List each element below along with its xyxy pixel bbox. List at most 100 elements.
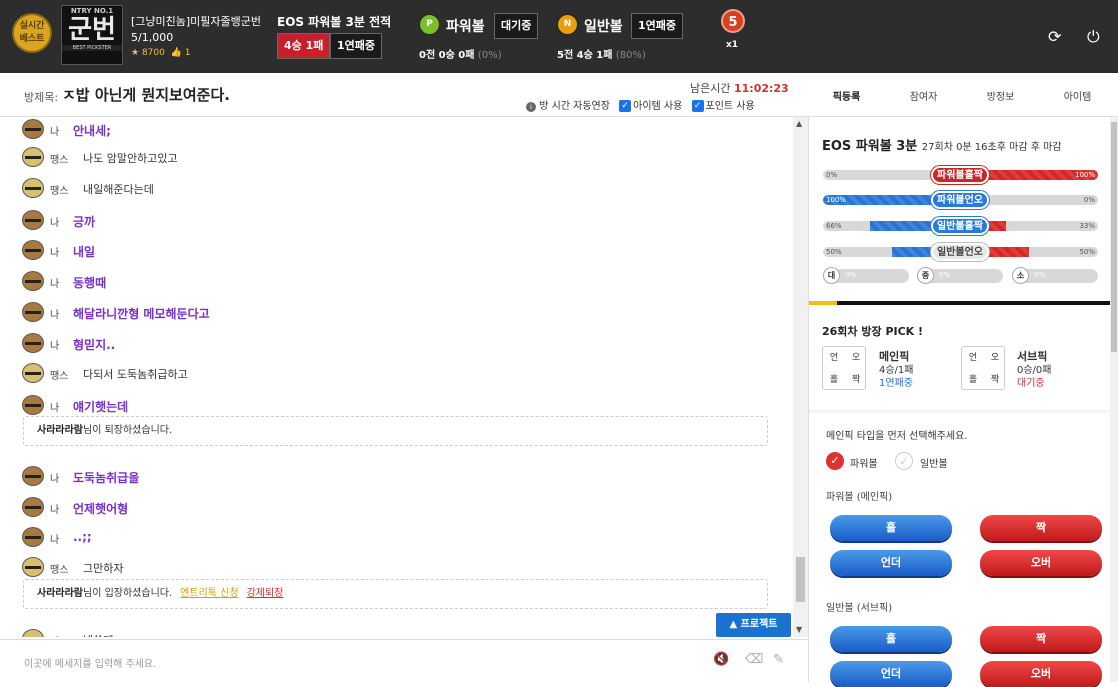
avatar bbox=[22, 178, 44, 198]
power-even-button[interactable]: 짝 bbox=[980, 515, 1102, 541]
bar-left-value: 100% bbox=[826, 196, 847, 204]
message-text: 언제햇어형 bbox=[73, 502, 129, 516]
realtime-best-badge: 실시간 베스트 bbox=[12, 13, 52, 53]
normal-over-button[interactable]: 오버 bbox=[980, 661, 1102, 687]
tab-pick-register[interactable]: 픽등록 bbox=[808, 88, 885, 103]
protect-button[interactable]: ▲ 프로젝트 bbox=[716, 613, 791, 637]
bar-right-value: 0% bbox=[1083, 196, 1095, 204]
power-under-button[interactable]: 언더 bbox=[830, 550, 952, 576]
sender-name: 나 bbox=[50, 535, 60, 546]
user-count: 5/1,000 bbox=[131, 31, 174, 44]
sender-name: 나 bbox=[50, 218, 60, 229]
power-over-button[interactable]: 오버 bbox=[980, 550, 1102, 576]
size-label: 중 bbox=[917, 267, 934, 284]
sender-name: 나 bbox=[50, 279, 60, 290]
bar-right-value: 100% bbox=[1074, 171, 1095, 179]
message-text: 내일 bbox=[73, 245, 96, 259]
pick-title: 26회차 방장 PICK ! bbox=[822, 325, 924, 338]
chat-log: 나 안내세; 땡스 나도 암말안하고있고 땡스 내일해준다는데 나 긍까 나 내일 나 동행때 나 해달라… bbox=[0, 117, 793, 637]
message-text: 동행때 bbox=[73, 276, 107, 290]
message-text: 내일해준다는데 bbox=[83, 183, 154, 196]
message-text: ..;; bbox=[73, 530, 92, 544]
system-notice: 사라라라람님이 입장하셨습니다. 엔트리톡 신청 강제퇴장 bbox=[23, 579, 768, 609]
rank-card: NTRY NO.1 군번 BEST PICKSTER bbox=[61, 5, 123, 65]
normal-even-button[interactable]: 짝 bbox=[980, 626, 1102, 652]
tab-items[interactable]: 아이템 bbox=[1039, 88, 1116, 103]
power-odd-button[interactable]: 홀 bbox=[830, 515, 952, 541]
sub-pick-info: 서브픽 0승/0패 대기중 bbox=[1017, 350, 1052, 389]
pick-card: 26회차 방장 PICK ! 언 오 홀 짝 메인픽 4승/1패 1연패중 언 오 … bbox=[809, 307, 1111, 410]
magic-wand-icon[interactable]: ✎ bbox=[773, 652, 784, 667]
likes-value: 1 bbox=[184, 48, 191, 58]
tab-room-info[interactable]: 방정보 bbox=[962, 88, 1039, 103]
size-value: 0% bbox=[845, 271, 857, 279]
auto-extend-label[interactable]: 방 시간 자동연장 bbox=[539, 101, 610, 112]
powerball-coin-icon: P bbox=[419, 14, 440, 35]
stats-card: EOS 파워볼 3분 27회차 0분 16초후 마감 후 마감 0% 100% 파워… bbox=[809, 117, 1111, 307]
normal-under-button[interactable]: 언더 bbox=[830, 661, 952, 687]
message-text: 안내세; bbox=[73, 124, 111, 138]
powerball-record: 0전 0승 0패 (0%) bbox=[419, 50, 502, 61]
eraser-icon[interactable]: ⌫ bbox=[745, 652, 763, 667]
chat-scrollbar[interactable]: ▲ ▼ bbox=[793, 117, 808, 637]
notice-text: 님이 퇴장하셨습니다. bbox=[83, 425, 173, 436]
bar-left-value: 66% bbox=[826, 222, 842, 230]
message-text: 얘기햇는데 bbox=[73, 400, 129, 414]
sender-name: 나 bbox=[50, 310, 60, 321]
message-text: 해달라니깐형 메모해둔다고 bbox=[73, 307, 210, 321]
sender-name: 땡스 bbox=[50, 371, 69, 382]
size-bar: 소 0% bbox=[1012, 267, 1098, 284]
scroll-down-icon[interactable]: ▼ bbox=[796, 625, 802, 634]
avatar bbox=[22, 147, 44, 167]
size-label: 대 bbox=[823, 267, 840, 284]
scroll-up-icon[interactable]: ▲ bbox=[796, 119, 802, 128]
mute-icon[interactable]: 🔇 bbox=[713, 652, 729, 667]
side-scroll-thumb[interactable] bbox=[1111, 122, 1117, 352]
point-use-checkbox[interactable]: ✓ bbox=[691, 100, 704, 112]
room-title: ㅈ밥 아닌게 뭔지보여준다. bbox=[62, 86, 230, 104]
remaining-label: 남은시간 bbox=[690, 82, 731, 95]
tab-participants[interactable]: 참여자 bbox=[885, 88, 962, 103]
sender-name: 땡스 bbox=[50, 565, 69, 576]
power-icon[interactable]: ⏻ bbox=[1087, 27, 1100, 47]
stats-title-text: EOS 파워볼 3분 bbox=[822, 139, 918, 154]
remaining-time: 남은시간 11:02:23 bbox=[690, 80, 789, 96]
bar-left-value: 50% bbox=[826, 248, 842, 256]
refresh-icon[interactable]: ⟳ bbox=[1048, 27, 1061, 46]
opt-normalball[interactable]: 일반볼 bbox=[920, 455, 948, 470]
main-pick-grid: 언 오 홀 짝 bbox=[822, 346, 866, 390]
opt-powerball[interactable]: 파워볼 bbox=[850, 455, 878, 470]
side-scrollbar[interactable] bbox=[1110, 117, 1118, 682]
point-use-label[interactable]: 포인트 사용 bbox=[706, 101, 755, 112]
avatar bbox=[22, 363, 44, 383]
stats-title: EOS 파워볼 3분 27회차 0분 16초후 마감 후 마감 bbox=[822, 135, 1061, 154]
sender-name: 땡스 bbox=[50, 633, 68, 637]
entry-talk-link[interactable]: 엔트리톡 신청 bbox=[180, 588, 238, 599]
star-icon: ★ bbox=[131, 48, 140, 58]
normal-odd-button[interactable]: 홀 bbox=[830, 626, 952, 652]
sender-name: 나 bbox=[50, 248, 60, 259]
chat-scroll-thumb[interactable] bbox=[796, 557, 805, 602]
medal-multiplier: x1 bbox=[726, 40, 739, 50]
chat-input[interactable]: 이곳에 메세지를 입력해 주세요. bbox=[24, 655, 156, 670]
item-use-checkbox[interactable]: ✓ bbox=[619, 100, 632, 112]
user-name: [그냥미친놈]미필자줄뱅군번 bbox=[131, 15, 262, 28]
normalball-record: 5전 4승 1패 (80%) bbox=[557, 50, 646, 61]
check-icon[interactable]: ✓ bbox=[826, 452, 844, 470]
avatar bbox=[22, 527, 44, 547]
sub-pick-grid: 언 오 홀 짝 bbox=[961, 346, 1005, 390]
powerball-label: 파워볼 bbox=[446, 19, 485, 35]
progress-line bbox=[809, 301, 1111, 305]
chat-input-bar: 이곳에 메세지를 입력해 주세요. 🔇 ⌫ ✎ bbox=[0, 639, 808, 682]
avatar bbox=[22, 240, 44, 260]
check-empty-icon[interactable]: ✓ bbox=[895, 452, 913, 470]
medal-icon[interactable]: 5 bbox=[721, 9, 745, 33]
item-use-label[interactable]: 아이템 사용 bbox=[633, 101, 682, 112]
rank-card-main: 군번 bbox=[68, 15, 116, 45]
select-card: 메인픽 타입을 먼저 선택해주세요. ✓ 파워볼 ✓ 일반볼 파워볼 (메인픽)… bbox=[809, 413, 1111, 687]
sender-name: 나 bbox=[50, 127, 60, 138]
kick-link[interactable]: 강제퇴장 bbox=[247, 588, 284, 599]
message-text: 다되서 도둑놈취급하고 bbox=[83, 368, 188, 381]
stat-pill: 파워볼홀짝 bbox=[931, 166, 989, 184]
thumbs-up-icon: 👍 bbox=[170, 48, 182, 58]
